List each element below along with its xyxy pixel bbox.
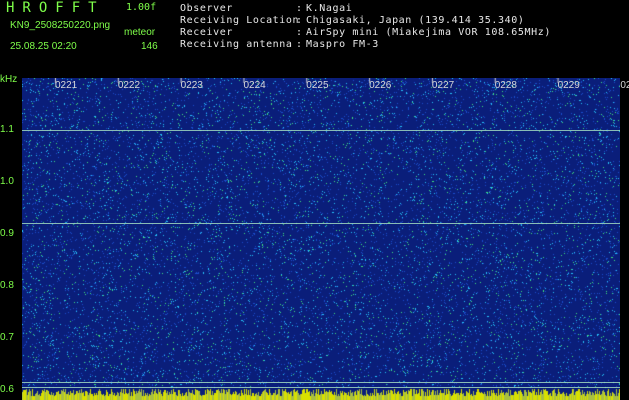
y-axis-unit: kHz [0, 74, 18, 85]
time-label: 0226 [369, 80, 392, 91]
info-key: Observer [180, 3, 233, 14]
reference-line [22, 130, 620, 131]
info-key: Receiving antenna [180, 39, 293, 50]
date-time: 25.08.25 02:20 [10, 41, 77, 52]
info-value: AirSpy mini (Miakejima VOR 108.65MHz) [306, 27, 551, 38]
y-tick-label: 1.1 [0, 123, 14, 135]
info-colon: : [296, 3, 303, 14]
time-label: 0222 [117, 80, 141, 91]
info-colon: : [296, 15, 303, 26]
count-value: 146 [141, 41, 158, 52]
version-label: 1.00f [126, 2, 157, 13]
reference-line [22, 387, 620, 388]
y-tick-label: 0.8 [0, 279, 14, 291]
info-value: K.Nagai [306, 3, 353, 14]
spectrogram-canvas [22, 78, 620, 400]
spectrogram [22, 78, 620, 400]
info-value: Maspro FM-3 [306, 39, 379, 50]
app-title: HROFFT [6, 0, 105, 16]
time-label: 0224 [243, 80, 266, 91]
y-tick-label: 0.6 [0, 383, 14, 395]
y-tick-label: 0.7 [0, 331, 14, 343]
time-label: 0227 [431, 80, 455, 91]
mode-label: meteor [124, 27, 156, 38]
time-label: 0221 [55, 80, 78, 91]
reference-line [22, 382, 620, 383]
time-label: 0230 [620, 80, 629, 91]
time-label: 0228 [494, 80, 517, 91]
info-colon: : [296, 27, 303, 38]
info-colon: : [296, 39, 303, 50]
time-label: 0223 [180, 80, 203, 91]
time-label: 0229 [557, 80, 580, 91]
y-tick-label: 0.9 [0, 227, 14, 239]
y-tick-label: 1.0 [0, 175, 14, 187]
info-key: Receiver [180, 27, 233, 38]
info-value: Chigasaki, Japan (139.414 35.340) [306, 15, 525, 26]
info-key: Receiving Location [180, 15, 300, 26]
file-name: KN9_2508250220.png [10, 20, 111, 31]
reference-line [22, 223, 620, 224]
time-label: 0225 [306, 80, 329, 91]
